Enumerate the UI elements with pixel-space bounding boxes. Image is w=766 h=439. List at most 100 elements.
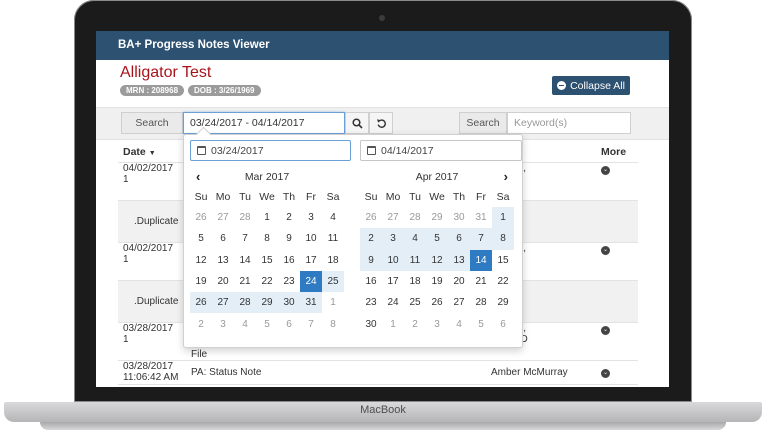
- date-column-header[interactable]: Date ▼: [118, 142, 186, 163]
- calendar-day[interactable]: 2: [190, 313, 212, 334]
- calendar-day[interactable]: 6: [278, 313, 300, 334]
- calendar-day[interactable]: 5: [470, 313, 492, 334]
- calendar-day[interactable]: 2: [404, 313, 426, 334]
- calendar-day[interactable]: 31: [470, 207, 492, 228]
- start-date-value: 03/24/2017: [211, 144, 264, 157]
- next-month-button[interactable]: ›: [504, 169, 508, 184]
- calendar-day[interactable]: 21: [234, 271, 256, 292]
- calendar-day[interactable]: 25: [404, 292, 426, 313]
- calendar-day[interactable]: 28: [234, 292, 256, 314]
- calendar-day[interactable]: 17: [382, 271, 404, 292]
- collapse-all-button[interactable]: Collapse All: [552, 76, 630, 95]
- calendar-day[interactable]: 20: [212, 271, 234, 292]
- calendar-day[interactable]: 10: [382, 249, 404, 271]
- keyword-input[interactable]: Keyword(s): [507, 112, 631, 134]
- calendar-day[interactable]: 16: [278, 250, 300, 271]
- calendar-day[interactable]: 21: [470, 271, 492, 292]
- calendar-day[interactable]: 26: [190, 292, 212, 314]
- search-button[interactable]: [345, 112, 369, 134]
- calendar-day[interactable]: 22: [492, 271, 514, 292]
- calendar-day[interactable]: 28: [470, 292, 492, 313]
- calendar-day[interactable]: 15: [492, 250, 514, 271]
- calendar-day[interactable]: 26: [426, 292, 448, 313]
- calendar-day[interactable]: 30: [360, 313, 382, 334]
- calendar-day[interactable]: 11: [322, 228, 344, 249]
- selected-day[interactable]: 24: [300, 270, 322, 293]
- calendar-day[interactable]: 7: [300, 313, 322, 334]
- calendar-day[interactable]: 12: [190, 250, 212, 271]
- table-row[interactable]: 03/28/2017 11:06:42 AM PA: Status Note A…: [118, 360, 638, 385]
- calendar-day[interactable]: 3: [300, 207, 322, 228]
- calendar-day[interactable]: 19: [426, 271, 448, 292]
- start-date-input[interactable]: 03/24/2017: [190, 140, 351, 161]
- calendar-day[interactable]: 31: [300, 292, 322, 314]
- calendar-day[interactable]: 18: [404, 271, 426, 292]
- calendar-day[interactable]: 9: [278, 228, 300, 249]
- calendar-day[interactable]: 8: [256, 228, 278, 249]
- calendar-day[interactable]: 13: [212, 250, 234, 271]
- calendar-day[interactable]: 27: [382, 207, 404, 228]
- calendar-day[interactable]: 29: [256, 292, 278, 314]
- calendar-day[interactable]: 3: [212, 313, 234, 334]
- calendar-day[interactable]: 17: [300, 250, 322, 271]
- calendar-day[interactable]: 22: [256, 271, 278, 292]
- calendar-day[interactable]: 14: [234, 250, 256, 271]
- calendar-day[interactable]: 29: [426, 207, 448, 228]
- calendar-day[interactable]: 1: [322, 292, 344, 313]
- calendar-day[interactable]: 5: [190, 228, 212, 249]
- calendar-day[interactable]: 27: [212, 207, 234, 228]
- calendar-day[interactable]: 29: [492, 292, 514, 313]
- calendar-day[interactable]: 25: [322, 270, 344, 293]
- calendar-day[interactable]: 4: [448, 313, 470, 334]
- calendar-day[interactable]: 23: [278, 271, 300, 292]
- calendar-day[interactable]: 5: [256, 313, 278, 334]
- calendar-day[interactable]: 19: [190, 271, 212, 292]
- expand-icon[interactable]: ⌄: [601, 325, 610, 335]
- calendar-day[interactable]: 7: [234, 228, 256, 249]
- calendar-day[interactable]: 13: [448, 249, 470, 271]
- calendar-day[interactable]: 7: [470, 228, 492, 250]
- calendar-day[interactable]: 30: [448, 207, 470, 228]
- calendar-day[interactable]: 4: [404, 228, 426, 250]
- calendar-day[interactable]: 30: [278, 292, 300, 314]
- calendar-day[interactable]: 10: [300, 228, 322, 249]
- calendar-day[interactable]: 16: [360, 271, 382, 292]
- calendar-day[interactable]: 4: [322, 207, 344, 228]
- calendar-day[interactable]: 1: [256, 207, 278, 228]
- calendar-day[interactable]: 6: [492, 313, 514, 334]
- calendar-day[interactable]: 5: [426, 228, 448, 250]
- calendar-day[interactable]: 28: [404, 207, 426, 228]
- calendar-day[interactable]: 27: [212, 292, 234, 314]
- calendar-day[interactable]: 6: [448, 228, 470, 250]
- calendar-day[interactable]: 12: [426, 249, 448, 271]
- calendar-day[interactable]: 3: [426, 313, 448, 334]
- calendar-day[interactable]: 27: [448, 292, 470, 313]
- reset-button[interactable]: [369, 112, 393, 134]
- calendar-day[interactable]: 8: [492, 228, 514, 250]
- calendar-day[interactable]: 9: [360, 249, 382, 271]
- calendar-day[interactable]: 18: [322, 250, 344, 271]
- calendar-day[interactable]: 11: [404, 249, 426, 271]
- calendar-day[interactable]: 6: [212, 228, 234, 249]
- end-date-input[interactable]: 04/14/2017: [360, 140, 522, 161]
- calendar-day[interactable]: 26: [360, 207, 382, 228]
- calendar-day[interactable]: 2: [278, 207, 300, 228]
- weekday-header: We: [429, 191, 445, 203]
- calendar-day[interactable]: 2: [360, 228, 382, 250]
- expand-icon[interactable]: ⌄: [601, 369, 610, 378]
- calendar-day[interactable]: 1: [382, 313, 404, 334]
- calendar-day[interactable]: 1: [492, 207, 514, 229]
- calendar-day[interactable]: 15: [256, 250, 278, 271]
- calendar-day[interactable]: 28: [234, 207, 256, 228]
- calendar-day[interactable]: 4: [234, 313, 256, 334]
- prev-month-button[interactable]: ‹: [196, 169, 200, 184]
- calendar-day[interactable]: 8: [322, 313, 344, 334]
- calendar-day[interactable]: 26: [190, 207, 212, 228]
- expand-icon[interactable]: ⌄: [601, 165, 610, 175]
- expand-icon[interactable]: ⌄: [601, 245, 610, 255]
- calendar-day[interactable]: 20: [448, 271, 470, 292]
- calendar-day[interactable]: 23: [360, 292, 382, 313]
- selected-day[interactable]: 14: [470, 249, 492, 271]
- calendar-day[interactable]: 3: [382, 228, 404, 250]
- calendar-day[interactable]: 24: [382, 292, 404, 313]
